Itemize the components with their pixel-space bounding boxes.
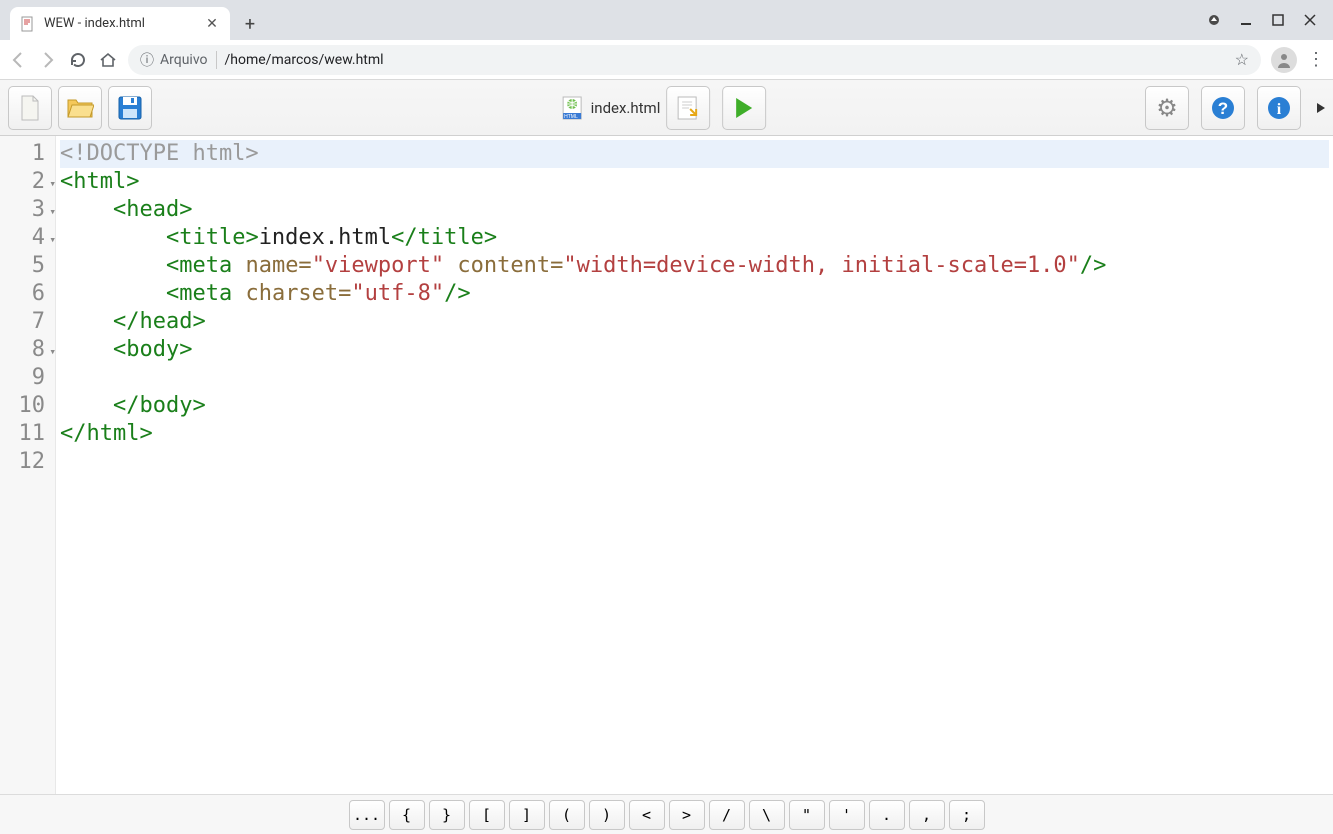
- svg-text:i: i: [1277, 101, 1282, 118]
- url-scheme-label: Arquivo: [160, 52, 208, 68]
- line-number[interactable]: 11: [0, 420, 55, 448]
- gear-icon: ⚙: [1156, 94, 1178, 122]
- bookmark-star-icon[interactable]: ☆: [1235, 50, 1249, 69]
- about-button[interactable]: i: [1257, 86, 1301, 130]
- code-line[interactable]: </head>: [60, 308, 1329, 336]
- symbol-button[interactable]: (: [549, 800, 585, 830]
- code-editor[interactable]: 123456789101112 <!DOCTYPE html><html> <h…: [0, 136, 1333, 794]
- symbol-button[interactable]: <: [629, 800, 665, 830]
- symbol-button[interactable]: ...: [349, 800, 385, 830]
- new-tab-button[interactable]: +: [236, 10, 264, 38]
- reload-button[interactable]: [68, 50, 88, 70]
- symbol-button[interactable]: }: [429, 800, 465, 830]
- line-number[interactable]: 3: [0, 196, 55, 224]
- run-button[interactable]: [722, 86, 766, 130]
- toolbar-overflow-icon[interactable]: [1317, 103, 1325, 113]
- code-line[interactable]: <meta name="viewport" content="width=dev…: [60, 252, 1329, 280]
- url-info-icon[interactable]: ⓘ Arquivo: [140, 50, 208, 70]
- current-file-name: index.html: [591, 99, 661, 117]
- line-gutter[interactable]: 123456789101112: [0, 136, 56, 794]
- favicon-icon: [20, 16, 36, 32]
- line-number[interactable]: 6: [0, 280, 55, 308]
- line-number[interactable]: 8: [0, 336, 55, 364]
- info-icon: i: [1266, 95, 1292, 121]
- refresh-preview-button[interactable]: [666, 86, 710, 130]
- symbol-button[interactable]: \: [749, 800, 785, 830]
- window-control-icon[interactable]: [1205, 11, 1223, 29]
- close-button[interactable]: [1301, 11, 1319, 29]
- symbol-button[interactable]: /: [709, 800, 745, 830]
- symbol-button[interactable]: .: [869, 800, 905, 830]
- back-button[interactable]: [8, 50, 28, 70]
- browser-menu-button[interactable]: ⋮: [1307, 49, 1325, 70]
- window-controls: [1205, 0, 1327, 40]
- symbol-button[interactable]: ;: [949, 800, 985, 830]
- open-file-button[interactable]: [58, 86, 102, 130]
- new-file-button[interactable]: [8, 86, 52, 130]
- url-path: /home/marcos/wew.html: [225, 52, 384, 68]
- url-bar[interactable]: ⓘ Arquivo /home/marcos/wew.html ☆: [128, 45, 1261, 75]
- code-area[interactable]: <!DOCTYPE html><html> <head> <title>inde…: [56, 136, 1333, 794]
- help-button[interactable]: ?: [1201, 86, 1245, 130]
- code-line[interactable]: <html>: [60, 168, 1329, 196]
- symbol-button[interactable]: [: [469, 800, 505, 830]
- code-line[interactable]: [60, 364, 1329, 392]
- line-number[interactable]: 5: [0, 252, 55, 280]
- code-line[interactable]: <!DOCTYPE html>: [60, 140, 1329, 168]
- play-icon: [736, 98, 752, 118]
- code-line[interactable]: [60, 448, 1329, 476]
- navbar: ⓘ Arquivo /home/marcos/wew.html ☆ ⋮: [0, 40, 1333, 80]
- symbol-button[interactable]: >: [669, 800, 705, 830]
- browser-tab[interactable]: WEW - index.html ✕: [10, 7, 230, 40]
- code-line[interactable]: </body>: [60, 392, 1329, 420]
- profile-avatar-icon[interactable]: [1271, 47, 1297, 73]
- svg-text:?: ?: [1218, 99, 1228, 118]
- symbol-button[interactable]: ]: [509, 800, 545, 830]
- symbol-button[interactable]: {: [389, 800, 425, 830]
- code-line[interactable]: <body>: [60, 336, 1329, 364]
- url-separator: [216, 51, 217, 69]
- symbol-button[interactable]: ,: [909, 800, 945, 830]
- forward-button[interactable]: [38, 50, 58, 70]
- code-line[interactable]: <title>index.html</title>: [60, 224, 1329, 252]
- settings-button[interactable]: ⚙: [1145, 86, 1189, 130]
- line-number[interactable]: 7: [0, 308, 55, 336]
- home-button[interactable]: [98, 50, 118, 70]
- line-number[interactable]: 1: [0, 140, 55, 168]
- line-number[interactable]: 12: [0, 448, 55, 476]
- symbol-button[interactable]: ": [789, 800, 825, 830]
- app-toolbar: HTML index.html ⚙ ? i: [0, 80, 1333, 136]
- code-line[interactable]: <meta charset="utf-8"/>: [60, 280, 1329, 308]
- line-number[interactable]: 9: [0, 364, 55, 392]
- line-number[interactable]: 4: [0, 224, 55, 252]
- titlebar: WEW - index.html ✕ +: [0, 0, 1333, 40]
- help-icon: ?: [1210, 95, 1236, 121]
- html-file-icon: HTML: [561, 95, 585, 121]
- code-line[interactable]: </html>: [60, 420, 1329, 448]
- current-file-indicator[interactable]: HTML index.html: [561, 95, 661, 121]
- symbol-button[interactable]: ): [589, 800, 625, 830]
- symbol-toolbar: ...{}[]()<>/\"'.,;: [0, 794, 1333, 834]
- tab-title: WEW - index.html: [44, 16, 204, 31]
- maximize-button[interactable]: [1269, 11, 1287, 29]
- svg-text:HTML: HTML: [564, 114, 578, 120]
- save-file-button[interactable]: [108, 86, 152, 130]
- minimize-button[interactable]: [1237, 11, 1255, 29]
- line-number[interactable]: 10: [0, 392, 55, 420]
- tab-close-button[interactable]: ✕: [204, 16, 220, 32]
- code-line[interactable]: <head>: [60, 196, 1329, 224]
- line-number[interactable]: 2: [0, 168, 55, 196]
- symbol-button[interactable]: ': [829, 800, 865, 830]
